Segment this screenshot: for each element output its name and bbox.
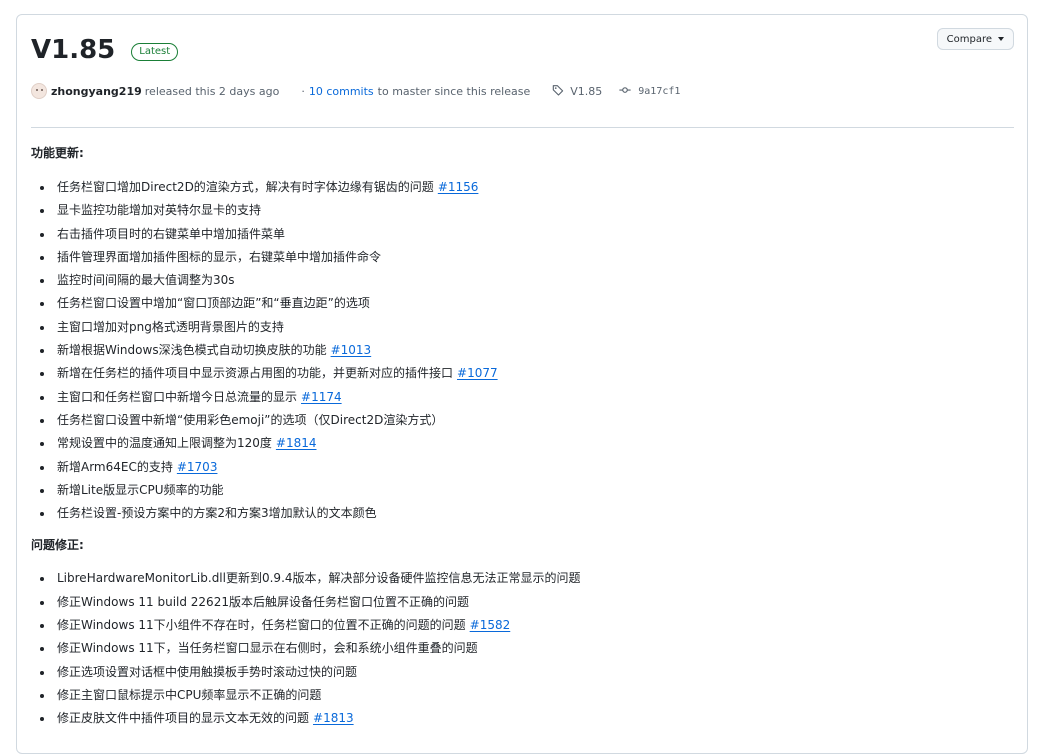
list-item-text: 显卡监控功能增加对英特尔显卡的支持 (57, 203, 262, 218)
list-item-text: 插件管理界面增加插件图标的显示，右键菜单中增加插件命令 (57, 249, 382, 264)
list-item-text: 任务栏窗口设置中新增“使用彩色emoji”的选项（仅Direct2D渲染方式） (57, 412, 444, 427)
meta-separator: · (301, 84, 305, 98)
issue-link[interactable]: #1582 (470, 618, 511, 632)
list-item: 任务栏窗口增加Direct2D的渲染方式，解决有时字体边缘有锯齿的问题 #1156 (31, 176, 1013, 199)
list-item: 右击插件项目时的右键菜单中增加插件菜单 (31, 223, 1013, 246)
list-item: LibreHardwareMonitorLib.dll更新到0.9.4版本，解决… (31, 567, 1013, 590)
tag-link[interactable]: V1.85 (570, 85, 602, 98)
list-item: 显卡监控功能增加对英特尔显卡的支持 (31, 199, 1013, 222)
section-heading-features: 功能更新: (31, 146, 84, 160)
list-item-text: 任务栏窗口设置中增加“窗口顶部边距”和“垂直边距”的选项 (57, 296, 370, 311)
list-item: 新增Lite版显示CPU频率的功能 (31, 479, 1013, 502)
list-item-text: 修正主窗口鼠标提示中CPU频率显示不正确的问题 (57, 687, 322, 702)
issue-link[interactable]: #1013 (331, 343, 372, 357)
list-item: 主窗口增加对png格式透明背景图片的支持 (31, 316, 1013, 339)
section-heading-fixes: 问题修正: (31, 538, 84, 553)
list-item-text: 监控时间间隔的最大值调整为30s (57, 273, 235, 288)
commits-suffix: to master since this release (377, 84, 531, 98)
list-item: 修正选项设置对话框中使用触摸板手势时滚动过快的问题 (31, 661, 1013, 684)
list-item: 修正Windows 11下小组件不存在时，任务栏窗口的位置不正确的问题的问题 #1… (31, 614, 1013, 637)
list-item: 新增根据Windows深浅色模式自动切换皮肤的功能 #1013 (31, 339, 1013, 362)
tag-icon (552, 84, 564, 99)
list-item-text: 修正Windows 11 build 22621版本后触屏设备任务栏窗口位置不正… (57, 594, 469, 609)
commit-hash-link[interactable]: 9a17cf1 (638, 86, 680, 97)
release-meta: zhongyang219 released this 2 days ago · … (31, 83, 680, 99)
compare-button[interactable]: Compare (936, 28, 1014, 50)
list-item: 新增在任务栏的插件项目中显示资源占用图的功能，并更新对应的插件接口 #1077 (31, 362, 1013, 385)
list-item-text: 修正Windows 11下，当任务栏窗口显示在右侧时，会和系统小组件重叠的问题 (57, 641, 478, 656)
release-card: V1.85 Latest Compare zhongyang219 releas… (16, 14, 1028, 754)
list-item-text: 常规设置中的温度通知上限调整为120度 (57, 436, 272, 451)
list-item-text: 新增根据Windows深浅色模式自动切换皮肤的功能 (57, 343, 327, 358)
list-item-text: 新增Lite版显示CPU频率的功能 (57, 482, 224, 497)
list-item: 任务栏窗口设置中增加“窗口顶部边距”和“垂直边距”的选项 (31, 292, 1013, 315)
list-item-text: 新增在任务栏的插件项目中显示资源占用图的功能，并更新对应的插件接口 (57, 366, 454, 381)
list-item-text: 任务栏窗口增加Direct2D的渲染方式，解决有时字体边缘有锯齿的问题 (57, 180, 434, 194)
fix-list: LibreHardwareMonitorLib.dll更新到0.9.4版本，解决… (31, 567, 1013, 730)
released-text: released this 2 days ago (144, 84, 280, 98)
avatar[interactable] (31, 83, 47, 99)
list-item: 新增Arm64EC的支持 #1703 (31, 456, 1013, 479)
latest-badge: Latest (131, 43, 179, 61)
compare-button-label: Compare (946, 33, 992, 45)
header-divider (31, 127, 1014, 128)
commits-link[interactable]: 10 commits (309, 85, 374, 98)
issue-link[interactable]: #1156 (438, 180, 479, 194)
issue-link[interactable]: #1174 (301, 390, 342, 404)
list-item: 主窗口和任务栏窗口中新增今日总流量的显示 #1174 (31, 386, 1013, 409)
author-link[interactable]: zhongyang219 (51, 85, 142, 98)
list-item-text: 修正Windows 11下小组件不存在时，任务栏窗口的位置不正确的问题的问题 (57, 618, 466, 633)
list-item: 修正Windows 11下，当任务栏窗口显示在右侧时，会和系统小组件重叠的问题 (31, 637, 1013, 660)
list-item: 监控时间间隔的最大值调整为30s (31, 269, 1013, 292)
list-item: 插件管理界面增加插件图标的显示，右键菜单中增加插件命令 (31, 246, 1013, 269)
list-item-text: 主窗口和任务栏窗口中新增今日总流量的显示 (57, 389, 298, 404)
triangle-down-icon (998, 37, 1004, 41)
list-item-text: 右击插件项目时的右键菜单中增加插件菜单 (57, 226, 286, 241)
list-item: 任务栏窗口设置中新增“使用彩色emoji”的选项（仅Direct2D渲染方式） (31, 409, 1013, 432)
list-item-text: 新增Arm64EC的支持 (57, 459, 173, 474)
issue-link[interactable]: #1077 (457, 366, 498, 380)
list-item: 任务栏设置-预设方案中的方案2和方案3增加默认的文本颜色 (31, 502, 1013, 525)
list-item-text: 修正选项设置对话框中使用触摸板手势时滚动过快的问题 (57, 664, 358, 679)
issue-link[interactable]: #1813 (313, 711, 354, 725)
git-commit-icon (618, 84, 632, 99)
list-item: 修正皮肤文件中插件项目的显示文本无效的问题 #1813 (31, 707, 1013, 730)
list-item-text: LibreHardwareMonitorLib.dll更新到0.9.4版本，解决… (57, 571, 581, 586)
list-item: 常规设置中的温度通知上限调整为120度 #1814 (31, 432, 1013, 455)
issue-link[interactable]: #1703 (177, 460, 218, 474)
list-item: 修正主窗口鼠标提示中CPU频率显示不正确的问题 (31, 684, 1013, 707)
release-notes: 功能更新: 任务栏窗口增加Direct2D的渲染方式，解决有时字体边缘有锯齿的问… (31, 143, 1013, 731)
issue-link[interactable]: #1814 (276, 436, 317, 450)
list-item-text: 任务栏设置-预设方案中的方案2和方案3增加默认的文本颜色 (57, 506, 377, 521)
feature-list: 任务栏窗口增加Direct2D的渲染方式，解决有时字体边缘有锯齿的问题 #1156… (31, 176, 1013, 525)
release-header: V1.85 Latest (31, 35, 179, 65)
release-title[interactable]: V1.85 (31, 35, 115, 65)
list-item: 修正Windows 11 build 22621版本后触屏设备任务栏窗口位置不正… (31, 591, 1013, 614)
list-item-text: 主窗口增加对png格式透明背景图片的支持 (57, 319, 284, 334)
list-item-text: 修正皮肤文件中插件项目的显示文本无效的问题 (57, 711, 310, 726)
